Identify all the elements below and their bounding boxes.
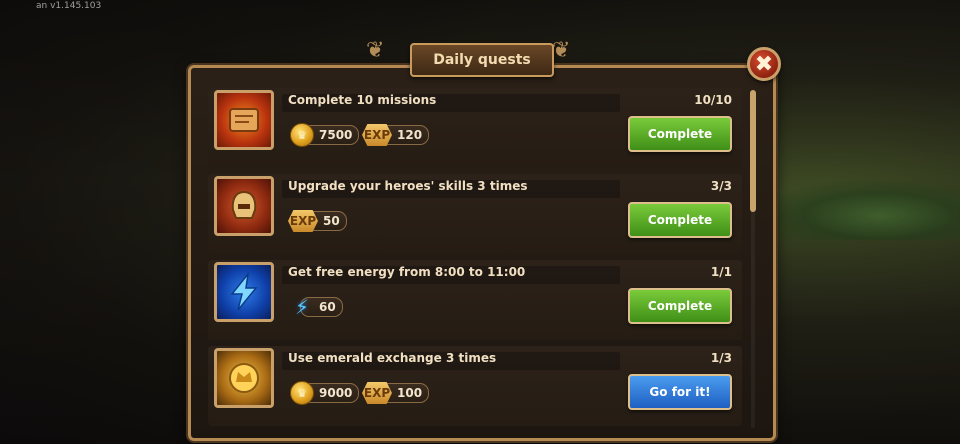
reward-energy-amount: 60 [319, 300, 336, 314]
dialog-title-banner: Daily quests [410, 43, 554, 77]
quest-progress: 10/10 [694, 93, 732, 107]
reward-coins: ♛ 7500 [290, 123, 360, 147]
reward-coins: ♛ 9000 [290, 381, 360, 405]
exp-icon: EXP [362, 124, 392, 146]
quest-row: Complete 10 missions 10/10 ♛ 7500 EXP 12… [208, 88, 742, 168]
banner-wing-left-icon: ❦ [366, 38, 385, 63]
banner-wing-right-icon: ❦ [552, 38, 571, 63]
complete-button[interactable]: Complete [628, 202, 732, 238]
exp-icon: EXP [288, 210, 318, 232]
lightning-icon: ⚡ [294, 295, 310, 319]
version-label: an v1.145.103 [36, 1, 102, 11]
quest-title: Get free energy from 8:00 to 11:00 [288, 265, 526, 279]
reward-exp-amount: 120 [397, 128, 423, 142]
scrollbar-thumb[interactable] [750, 90, 756, 212]
coin-icon: ♛ [290, 123, 314, 147]
gold-coin-icon [214, 348, 274, 408]
quest-title: Use emerald exchange 3 times [288, 351, 497, 365]
reward-energy: ⚡ 60 [290, 295, 343, 319]
quest-progress: 1/3 [710, 351, 732, 365]
quest-title: Upgrade your heroes' skills 3 times [288, 179, 528, 193]
quest-progress: 1/1 [710, 265, 732, 279]
reward-exp: EXP 120 [362, 124, 430, 146]
complete-button[interactable]: Complete [628, 116, 732, 152]
quest-row: Get free energy from 8:00 to 11:00 1/1 ⚡… [208, 260, 742, 340]
reward-exp-amount: 50 [323, 214, 340, 228]
reward-coin-amount: 9000 [319, 386, 353, 400]
exp-icon: EXP [362, 382, 392, 404]
reward-exp: EXP 100 [362, 382, 430, 404]
coin-icon: ♛ [290, 381, 314, 405]
quest-title: Complete 10 missions [288, 93, 437, 107]
dialog-title: Daily quests [433, 52, 531, 68]
go-for-it-button[interactable]: Go for it! [628, 374, 732, 410]
close-icon: ✖ [754, 51, 774, 77]
scroll-icon [214, 90, 274, 150]
quest-row: Use emerald exchange 3 times 1/3 ♛ 9000 … [208, 346, 742, 426]
reward-coin-amount: 7500 [319, 128, 353, 142]
reward-exp: EXP 50 [288, 210, 347, 232]
quest-row: Upgrade your heroes' skills 3 times 3/3 … [208, 174, 742, 254]
quest-progress: 3/3 [710, 179, 732, 193]
helmet-icon [214, 176, 274, 236]
energy-icon [214, 262, 274, 322]
close-button[interactable]: ✖ [747, 47, 781, 81]
reward-exp-amount: 100 [397, 386, 423, 400]
complete-button[interactable]: Complete [628, 288, 732, 324]
